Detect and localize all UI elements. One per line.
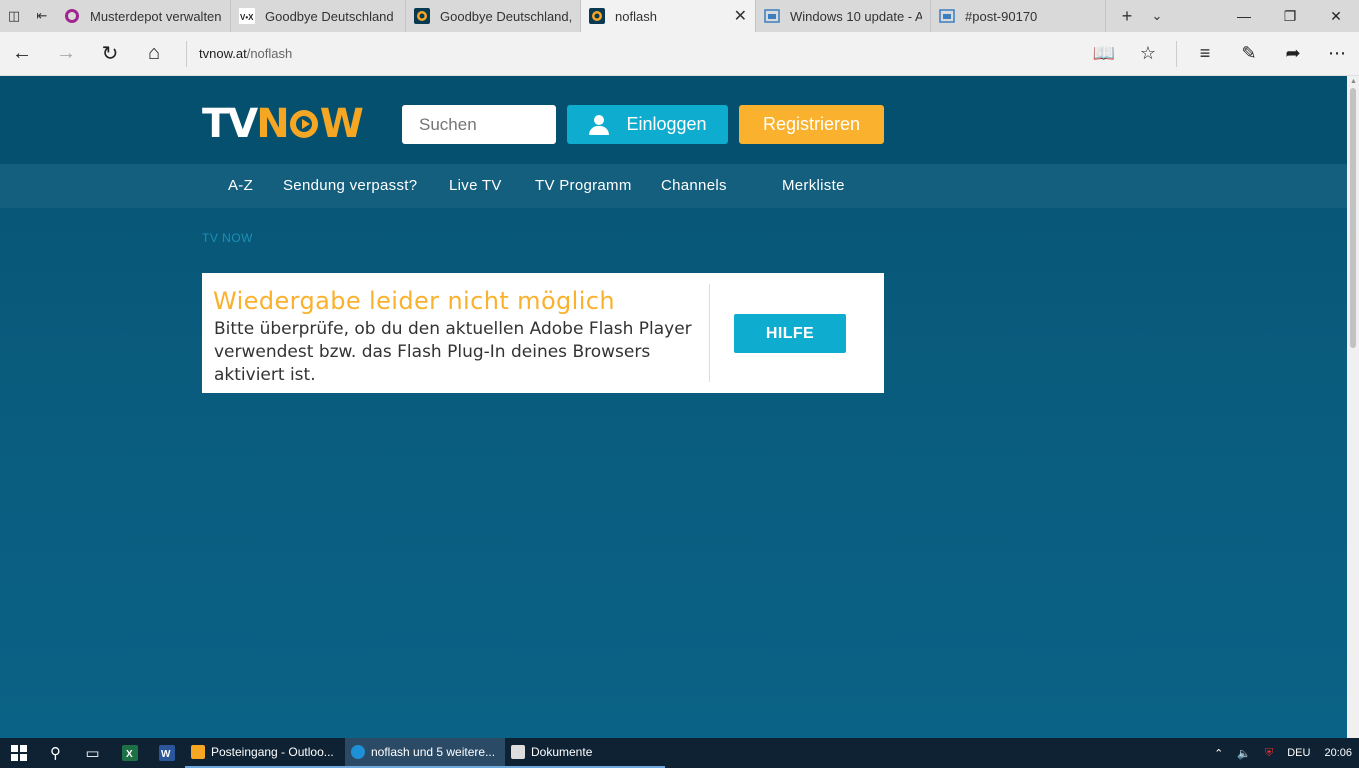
minimize-icon[interactable]: — [1221,0,1267,32]
search-input[interactable] [402,105,556,144]
site-header: TVNW Einloggen Registrieren [0,76,1347,164]
search-icon[interactable]: ⚲ [37,738,74,768]
user-icon [588,114,610,136]
document-icon [511,745,525,759]
tvnow-logo[interactable]: TV N W [202,101,380,147]
favorite-star-icon[interactable]: ☆ [1126,43,1170,64]
address-bar: ← → ↻ ⌂ tvnow.at/noflash 📖 ☆ ≡ ✎ ➦ ⋯ [0,32,1359,76]
reading-view-icon[interactable]: 📖 [1082,43,1126,64]
tab-label: noflash [615,8,657,24]
svg-text:X: X [126,749,133,760]
windows-start-icon[interactable] [0,738,37,768]
browser-tab-active[interactable]: noflash ✕ [581,0,756,32]
new-tab-icon[interactable]: + [1112,6,1142,27]
security-shield-icon[interactable]: ⛨ [1258,747,1280,760]
browser-tab[interactable]: Goodbye Deutschland, [406,0,581,32]
nav-item-merkliste[interactable]: Merkliste [782,164,845,208]
page-content: TVNW Einloggen Registrieren A-Z Sendung … [0,76,1347,738]
excel-icon[interactable]: X [111,738,148,768]
circle-app-icon [64,8,80,24]
taskbar-app-outlook[interactable]: Posteingang - Outloo... [185,738,345,768]
volume-icon[interactable]: 🔈 [1230,747,1258,760]
edge-icon [351,745,365,759]
tvnow-icon [589,8,605,24]
tab-label: Musterdepot verwalten [90,8,222,24]
tab-label: Goodbye Deutschland, [440,8,572,24]
taskbar-app-label: noflash und 5 weitere... [371,745,496,759]
browser-tab[interactable]: #post-90170 [931,0,1106,32]
page-icon [939,8,955,24]
refresh-icon[interactable]: ↻ [88,32,132,76]
notice-message: Bitte überprüfe, ob du den aktuellen Ado… [214,319,692,385]
tab-label: #post-90170 [965,8,1038,24]
tab-label: Windows 10 update - A [790,8,922,24]
clock[interactable]: 20:06 [1317,747,1359,759]
restore-icon[interactable]: ❐ [1267,0,1313,32]
close-icon[interactable]: ✕ [734,6,747,26]
url-path: /noflash [246,46,293,61]
flash-error-notice: Wiedergabe leider nicht möglich Bitte üb… [202,273,884,393]
web-note-icon[interactable]: ✎ [1227,43,1271,64]
browser-tab[interactable]: Windows 10 update - A [756,0,931,32]
page-icon [764,8,780,24]
taskbar-app-label: Dokumente [531,745,593,759]
login-label: Einloggen [626,114,707,134]
breadcrumb[interactable]: TV NOW [202,231,253,245]
logo-tv: TV [202,101,258,147]
url-field[interactable]: tvnow.at/noflash [186,40,1082,67]
forward-icon[interactable]: → [44,32,88,76]
task-view-icon[interactable]: ▭ [74,738,111,768]
login-button[interactable]: Einloggen [567,105,728,144]
set-aside-tabs-icon[interactable]: ⇤ [28,0,56,32]
nav-item-a-z[interactable]: A-Z [228,164,253,208]
taskbar-app-label: Posteingang - Outloo... [211,745,334,759]
chevron-up-icon[interactable]: ⌃ [1207,747,1230,760]
system-tray: ⌃ 🔈 ⛨ DEU 20:06 [1207,747,1359,760]
more-icon[interactable]: ⋯ [1315,43,1359,64]
url-host: tvnow.at [199,46,247,61]
svg-text:W: W [161,749,171,760]
taskbar-app-explorer[interactable]: Dokumente [505,738,665,768]
register-label: Registrieren [762,114,861,134]
logo-w: W [319,101,364,147]
help-button[interactable]: HILFE [734,314,846,353]
page-scrollbar[interactable]: ▲ [1347,76,1359,738]
share-icon[interactable]: ➦ [1271,43,1315,64]
nav-item-tv-programm[interactable]: TV Programm [535,164,632,208]
scroll-up-icon[interactable]: ▲ [1350,78,1357,85]
windows-taskbar: ⚲ ▭ X W Posteingang - Outloo... noflash … [0,738,1359,768]
vox-icon: V•X [239,8,255,24]
register-button[interactable]: Registrieren [739,105,884,144]
back-icon[interactable]: ← [0,32,44,76]
outlook-icon [191,745,205,759]
browser-tab[interactable]: Musterdepot verwalten [56,0,231,32]
tab-label: Goodbye Deutschland [265,8,394,24]
notice-title: Wiedergabe leider nicht möglich [213,287,616,315]
nav-item-channels[interactable]: Channels [661,164,727,208]
hub-icon[interactable]: ≡ [1183,43,1227,64]
home-icon[interactable]: ⌂ [132,32,176,76]
notice-divider [709,284,710,382]
svg-text:V•X: V•X [240,13,254,22]
tvnow-icon [414,8,430,24]
scrollbar-thumb[interactable] [1350,88,1356,348]
nav-item-sendung-verpasst[interactable]: Sendung verpasst? [283,164,417,208]
chevron-down-icon[interactable]: ⌄ [1142,8,1172,24]
word-icon[interactable]: W [148,738,185,768]
browser-tab[interactable]: V•X Goodbye Deutschland [231,0,406,32]
play-icon [289,110,318,138]
taskbar-app-edge[interactable]: noflash und 5 weitere... [345,738,505,768]
browser-tab-bar: ◫ ⇤ Musterdepot verwalten V•X Goodbye De… [0,0,1359,32]
language-indicator[interactable]: DEU [1280,747,1317,759]
main-nav: A-Z Sendung verpasst? Live TV TV Program… [0,164,1347,208]
close-window-icon[interactable]: ✕ [1313,0,1359,32]
tab-preview-icon[interactable]: ◫ [0,0,28,32]
logo-n: N [256,101,290,147]
nav-item-live-tv[interactable]: Live TV [449,164,502,208]
